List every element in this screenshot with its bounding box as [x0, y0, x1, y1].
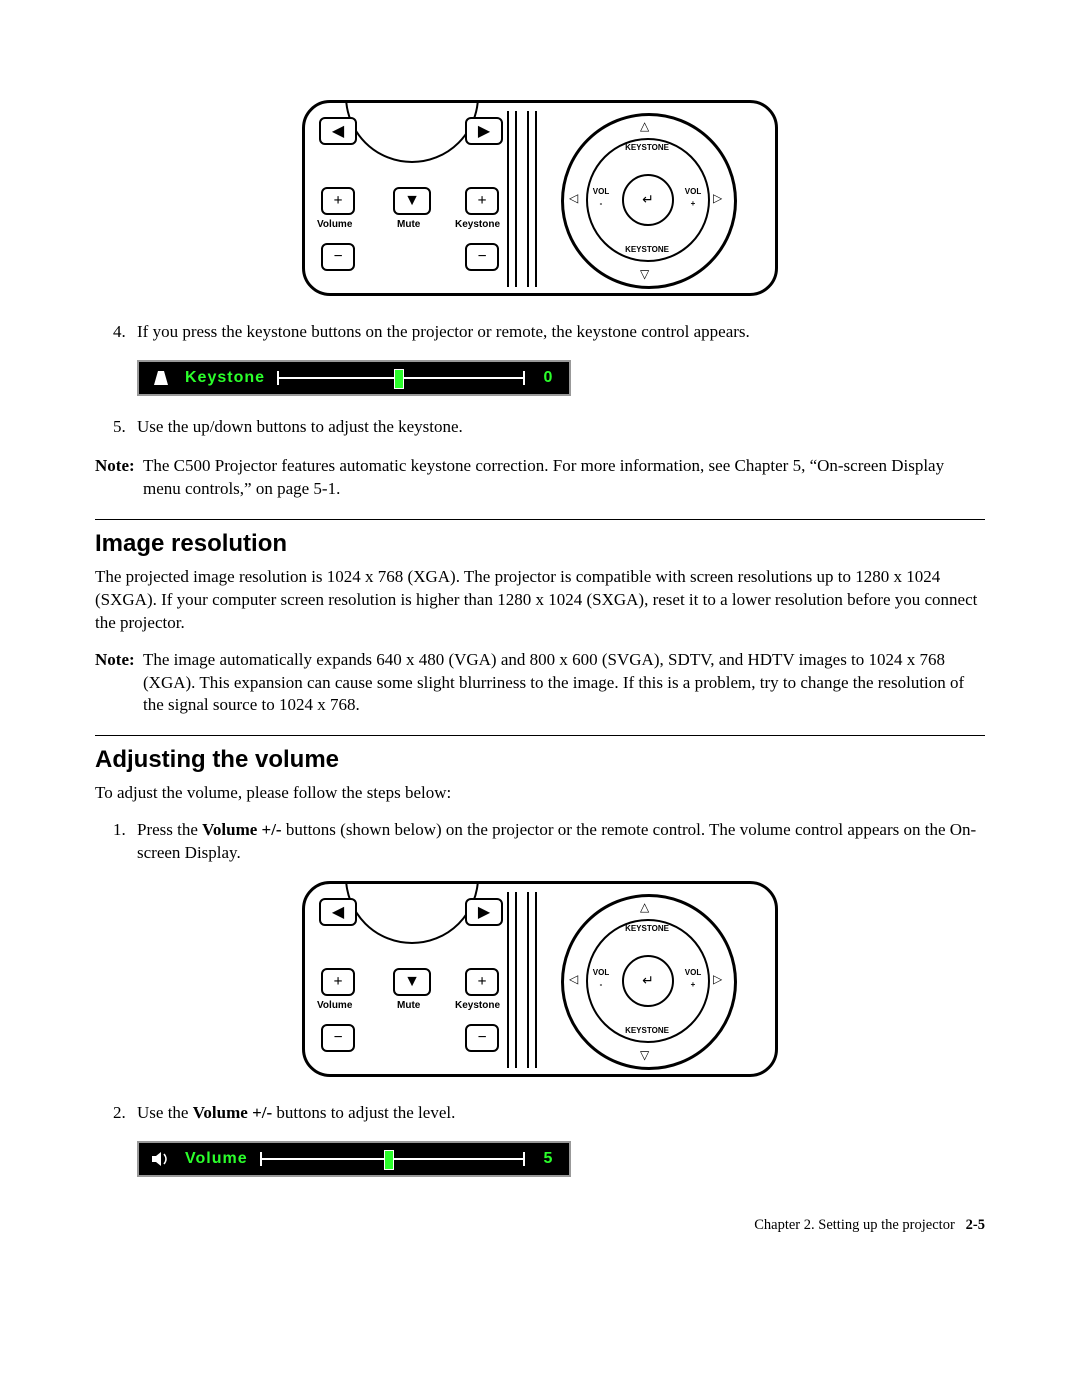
triangle-right-icon: ▷: [713, 191, 722, 205]
para-image-resolution: The projected image resolution is 1024 x…: [95, 566, 985, 635]
heading-image-resolution: Image resolution: [95, 530, 985, 558]
osd-keystone-slider: [277, 368, 525, 388]
osd-keystone-label: Keystone: [185, 369, 265, 387]
osd-volume-slider: [260, 1149, 525, 1169]
osd-keystone-value: 0: [537, 369, 559, 387]
step-5: 5. Use the up/down buttons to adjust the…: [113, 416, 985, 439]
step-4: 4. If you press the keystone buttons on …: [113, 321, 985, 344]
triangle-down-icon: ▽: [640, 267, 649, 281]
remote-diagram-volume: ◀ ▶ ▼ + + − − Volume Mute Keystone ↵ △ ▽…: [95, 881, 985, 1082]
volume-step-1: 1. Press the Volume +/- buttons (shown b…: [113, 819, 985, 865]
osd-volume: Volume 5: [137, 1141, 571, 1177]
triangle-up-icon: △: [640, 119, 649, 133]
enter-icon: ↵: [622, 174, 674, 226]
osd-keystone: Keystone 0: [137, 360, 571, 396]
volume-label: Volume: [317, 219, 352, 230]
mute-label: Mute: [397, 219, 420, 230]
note-resolution: Note: The image automatically expands 64…: [95, 649, 985, 718]
para-volume-intro: To adjust the volume, please follow the …: [95, 782, 985, 805]
keystone-icon: [149, 368, 173, 388]
volume-step-2: 2. Use the Volume +/- buttons to adjust …: [113, 1102, 985, 1125]
divider: [95, 519, 985, 520]
keystone-label: Keystone: [455, 219, 500, 230]
note-keystone: Note: The C500 Projector features automa…: [95, 455, 985, 501]
page-footer: Chapter 2. Setting up the projector 2-5: [95, 1217, 985, 1234]
osd-volume-label: Volume: [185, 1150, 248, 1168]
divider: [95, 735, 985, 736]
triangle-left-icon: ◁: [569, 191, 578, 205]
heading-adjusting-volume: Adjusting the volume: [95, 746, 985, 774]
speaker-icon: [149, 1149, 173, 1169]
remote-diagram-keystone: ◀ ▶ ▼ + + − − Volume Mute Keystone ↵ △ ▽…: [95, 100, 985, 301]
osd-volume-value: 5: [537, 1150, 559, 1168]
